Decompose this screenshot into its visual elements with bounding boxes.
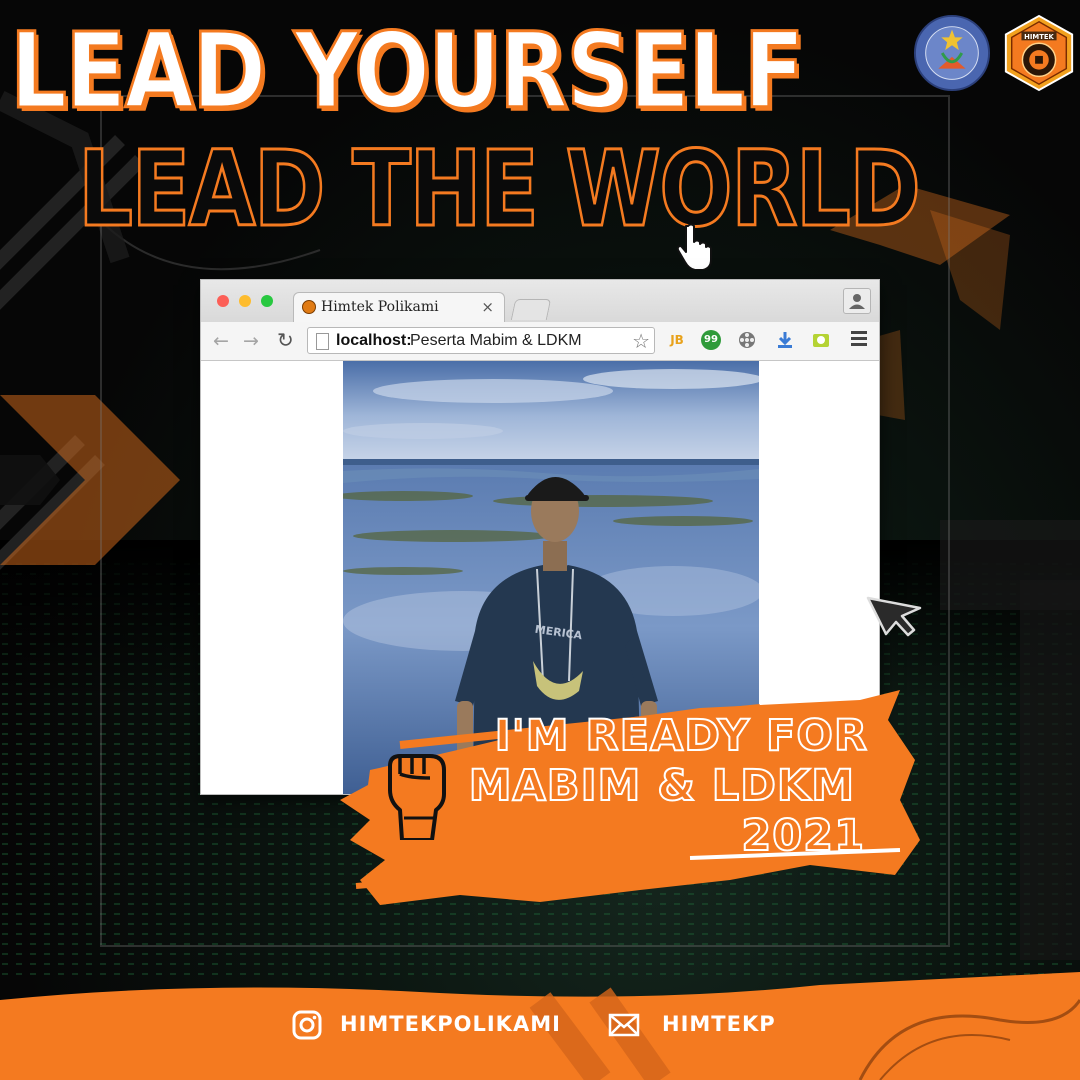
profile-button[interactable] — [843, 288, 871, 314]
menu-hamburger-icon[interactable] — [851, 331, 867, 349]
hand-pointer-icon — [676, 223, 712, 270]
banner-line-2: MABIM & LDKM — [468, 760, 855, 812]
headline-line-2: LEAD THE WORLD — [77, 127, 922, 252]
extension-download-icon[interactable] — [775, 330, 795, 350]
extension-film-reel-icon[interactable] — [737, 330, 757, 350]
maximize-window-button[interactable] — [261, 295, 273, 307]
back-arrow-icon[interactable]: ← — [213, 330, 229, 352]
extension-jb-icon[interactable]: JB — [667, 330, 687, 350]
new-tab-button[interactable] — [510, 299, 552, 320]
tab-title: Himtek Polikami — [321, 299, 439, 315]
address-bar[interactable]: localhost: Peserta Mabim & LDKM ☆ — [307, 327, 655, 354]
minimize-window-button[interactable] — [239, 295, 251, 307]
user-icon — [849, 294, 865, 309]
tab-close-icon[interactable]: × — [481, 298, 494, 316]
browser-tab-bar: Himtek Polikami × — [201, 280, 879, 322]
bookmark-star-icon[interactable]: ☆ — [632, 329, 650, 353]
browser-tab-active[interactable]: Himtek Polikami × — [293, 292, 505, 322]
svg-text:HIMTEK: HIMTEK — [1024, 33, 1054, 41]
extension-quote-icon[interactable]: 99 — [701, 330, 721, 350]
close-window-button[interactable] — [217, 295, 229, 307]
tab-favicon-icon — [302, 300, 316, 314]
reload-icon[interactable]: ↻ — [277, 328, 294, 352]
himtek-emblem-icon: HIMTEK — [1004, 14, 1074, 92]
poster: LEAD YOURSELF LEAD THE WORLD HIMTEK Himt… — [0, 0, 1080, 1080]
email-icon — [608, 1013, 640, 1037]
banner-line-1: I'M READY FOR — [494, 710, 868, 762]
raised-fist-icon — [388, 754, 446, 840]
page-icon — [316, 333, 329, 350]
instagram-handle: HIMTEKPOLIKAMI — [340, 1012, 561, 1036]
polytechnic-seal-icon — [913, 14, 991, 92]
url-path: Peserta Mabim & LDKM — [410, 332, 582, 349]
url-host: localhost: — [336, 332, 412, 349]
headline-line-1: LEAD YOURSELF — [9, 9, 806, 134]
extension-android-icon[interactable] — [811, 330, 831, 350]
arrow-cursor-icon — [866, 596, 922, 637]
banner-year: 2021 — [740, 810, 865, 862]
browser-toolbar: ← → ↻ localhost: Peserta Mabim & LDKM ☆ … — [201, 322, 879, 361]
forward-arrow-icon[interactable]: → — [243, 330, 259, 352]
email-handle: HIMTEKP — [662, 1012, 776, 1036]
instagram-icon — [292, 1010, 322, 1040]
